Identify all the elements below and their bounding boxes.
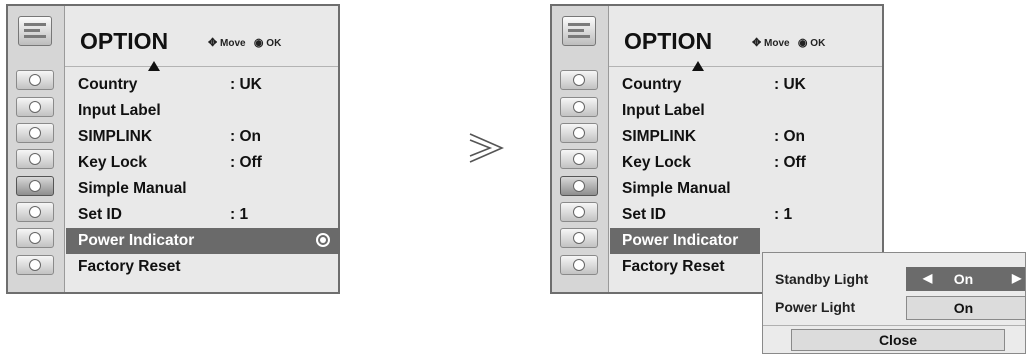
menu-item-label: Simple Manual (622, 180, 731, 197)
menu-item-label: Simple Manual (78, 180, 187, 197)
picture-icon[interactable] (16, 70, 54, 90)
menu-item-key-lock[interactable]: Key Lock : Off (66, 150, 340, 176)
menu-item-label: Set ID (78, 206, 122, 223)
screen-icon[interactable] (16, 97, 54, 117)
option-icon[interactable] (560, 176, 598, 196)
picture-icon[interactable] (560, 70, 598, 90)
hint-move-label: Move (220, 38, 246, 49)
ok-button-icon: ◉ (253, 37, 264, 49)
audio-icon[interactable] (560, 123, 598, 143)
power-light-value: On (953, 300, 974, 316)
menu-item-factory-reset[interactable]: Factory Reset (66, 254, 340, 280)
selected-radio-icon (316, 233, 330, 247)
menu-item-label: Country (78, 76, 138, 93)
menu-item-value: : UK (230, 76, 262, 93)
power-light-label: Power Light (775, 299, 856, 315)
popup-divider (763, 325, 1025, 326)
screen-icon[interactable] (560, 97, 598, 117)
hint-ok-label: OK (810, 38, 826, 49)
menu-item-country[interactable]: Country : UK (610, 72, 884, 98)
menu-sidebar (552, 6, 609, 292)
usb-icon[interactable] (560, 255, 598, 275)
menu-item-label: Key Lock (622, 154, 691, 171)
menu-item-label: Factory Reset (78, 258, 181, 275)
menu-item-set-id[interactable]: Set ID : 1 (66, 202, 340, 228)
input-icon[interactable] (16, 228, 54, 248)
hint-move-label: Move (764, 38, 790, 49)
menu-item-label: Power Indicator (622, 232, 739, 249)
title-divider (65, 66, 338, 67)
standby-light-label: Standby Light (775, 271, 869, 287)
menu-item-value: : 1 (230, 206, 249, 223)
menu-item-power-indicator[interactable]: Power Indicator (66, 228, 340, 254)
lock-icon[interactable] (560, 202, 598, 222)
menu-item-country[interactable]: Country : UK (66, 72, 340, 98)
move-arrows-icon: ✥ (208, 37, 218, 49)
menu-item-simplink[interactable]: SIMPLINK : On (66, 124, 340, 150)
menu-item-label: Factory Reset (622, 258, 725, 275)
menu-item-value: : Off (230, 154, 262, 171)
menu-item-input-label[interactable]: Input Label (66, 98, 340, 124)
menu-item-label: Set ID (622, 206, 666, 223)
navigation-hint: ✥ Move ◉ OK (752, 36, 825, 49)
ok-button-icon: ◉ (797, 37, 808, 49)
usb-icon[interactable] (16, 255, 54, 275)
scroll-up-arrow-icon[interactable] (692, 61, 704, 71)
menu-item-label: SIMPLINK (622, 128, 697, 145)
menu-title: OPTION (624, 28, 713, 54)
option-menu-icon (562, 16, 596, 46)
menu-item-value: : On (774, 128, 805, 145)
option-menu-after: OPTION ✥ Move ◉ OK Country : UK Input La… (550, 4, 884, 294)
option-menu-icon (18, 16, 52, 46)
menu-item-value: : Off (774, 154, 806, 171)
option-icon[interactable] (16, 176, 54, 196)
standby-light-value: On (953, 271, 974, 287)
time-icon[interactable] (16, 149, 54, 169)
menu-item-label: Input Label (622, 102, 705, 119)
menu-item-simple-manual[interactable]: Simple Manual (610, 176, 884, 202)
standby-light-selector[interactable]: ◀ On ▶ (906, 267, 1025, 291)
menu-item-value: : 1 (774, 206, 793, 223)
menu-item-key-lock[interactable]: Key Lock : Off (610, 150, 884, 176)
power-indicator-popup: Standby Light ◀ On ▶ Power Light On Clos… (762, 252, 1026, 354)
menu-item-value: : UK (774, 76, 806, 93)
menu-title: OPTION (80, 28, 169, 54)
menu-item-simplink[interactable]: SIMPLINK : On (610, 124, 884, 150)
menu-item-label: Country (622, 76, 682, 93)
hint-ok-label: OK (266, 38, 282, 49)
lock-icon[interactable] (16, 202, 54, 222)
title-divider (609, 66, 882, 67)
power-light-selector[interactable]: On (906, 296, 1025, 320)
menu-item-value: : On (230, 128, 261, 145)
next-step-arrow-icon (469, 133, 504, 163)
scroll-up-arrow-icon[interactable] (148, 61, 160, 71)
menu-item-label: Key Lock (78, 154, 147, 171)
navigation-hint: ✥ Move ◉ OK (208, 36, 281, 49)
menu-item-simple-manual[interactable]: Simple Manual (66, 176, 340, 202)
menu-item-input-label[interactable]: Input Label (610, 98, 884, 124)
menu-item-label: Power Indicator (78, 232, 195, 249)
right-arrow-icon[interactable]: ▶ (1012, 271, 1021, 285)
menu-item-set-id[interactable]: Set ID : 1 (610, 202, 884, 228)
option-menu-before: OPTION ✥ Move ◉ OK Country : UK Input La… (6, 4, 340, 294)
audio-icon[interactable] (16, 123, 54, 143)
menu-sidebar (8, 6, 65, 292)
input-icon[interactable] (560, 228, 598, 248)
close-button[interactable]: Close (791, 329, 1005, 351)
move-arrows-icon: ✥ (752, 37, 762, 49)
menu-item-label: SIMPLINK (78, 128, 153, 145)
time-icon[interactable] (560, 149, 598, 169)
menu-item-label: Input Label (78, 102, 161, 119)
menu-item-power-indicator[interactable]: Power Indicator (610, 228, 760, 254)
